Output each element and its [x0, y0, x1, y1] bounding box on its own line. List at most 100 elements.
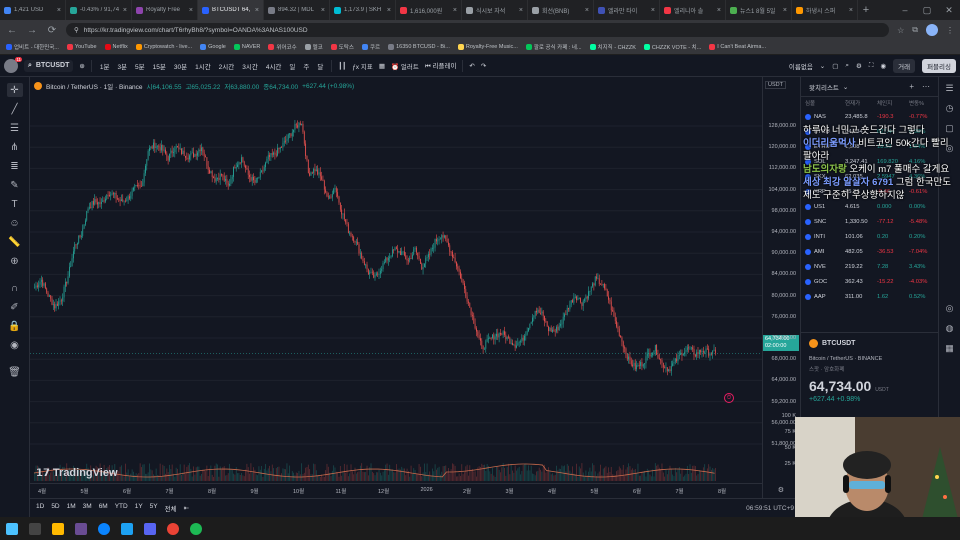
bookmark-item[interactable]: YouTube — [66, 44, 97, 50]
watchlist-column-header[interactable]: 현재가 — [845, 99, 877, 107]
bookmark-item[interactable]: Cryptowatch - live... — [135, 44, 192, 50]
trendline-icon[interactable]: ╱ — [7, 102, 23, 116]
bookmark-item[interactable]: Netflix — [104, 44, 128, 50]
close-icon[interactable]: × — [255, 7, 259, 14]
range-7[interactable]: 5Y — [150, 503, 158, 513]
indicators-button[interactable]: ƒx 지표 — [352, 61, 373, 71]
timeframe-4[interactable]: 30분 — [172, 61, 189, 71]
bookmark-item[interactable]: 쿠르 — [361, 43, 380, 51]
eye-icon[interactable]: ◉ — [7, 338, 23, 352]
close-icon[interactable]: × — [849, 7, 853, 14]
close-icon[interactable]: × — [123, 7, 127, 14]
axis-settings-icon[interactable]: ⚙ — [778, 486, 784, 494]
twitter-icon[interactable] — [121, 522, 133, 535]
browser-tab[interactable]: 894.32 | MDL × — [264, 0, 330, 20]
bookmark-item[interactable]: 멜코 — [304, 43, 323, 51]
horizontal-lines-icon[interactable]: ☰ — [7, 121, 23, 135]
extensions-icon[interactable]: ⧉ — [912, 25, 918, 35]
bookmark-item[interactable]: 업비트 - 대한민국... — [6, 43, 59, 51]
close-icon[interactable]: × — [585, 7, 589, 14]
compare-icon[interactable]: ⊕ — [79, 62, 84, 70]
bookmark-item[interactable]: I Can't Beat Airma... — [709, 44, 766, 50]
browser-tab[interactable]: 뉴스1 8월 5일 × — [726, 0, 792, 20]
fullscreen-icon[interactable]: ⛶ — [869, 62, 874, 70]
time-axis[interactable]: ⚙ 4월 5월 6월 7월 8월 9월 10월 11월 12월 2026 2월 3월 4월 5월 6월 7월 8… — [30, 483, 784, 498]
browser-tab[interactable]: 1,616,000원 × — [396, 0, 462, 20]
pitchfork-icon[interactable]: ⋔ — [7, 140, 23, 154]
close-icon[interactable]: × — [453, 7, 457, 14]
close-icon[interactable]: × — [519, 7, 523, 14]
browser-tab[interactable]: 회선(BNB) × — [528, 0, 594, 20]
settings-icon[interactable]: ⚙ — [856, 62, 862, 70]
range-6[interactable]: 1Y — [135, 503, 143, 513]
spotify-icon[interactable] — [190, 522, 202, 535]
reload-icon[interactable]: ⟳ — [46, 25, 58, 36]
lock-drawing-icon[interactable]: ✐ — [7, 300, 23, 314]
browser-tab[interactable]: -0.43% / 91,74 × — [66, 0, 132, 20]
browser-tab[interactable]: 1,173.9 | SKH × — [330, 0, 396, 20]
more-icon[interactable]: ⋯ — [922, 82, 930, 91]
trash-icon[interactable]: 🗑 — [7, 365, 23, 379]
watchlist-row[interactable]: SNC 1,330.50 -77.12 -5.48% — [801, 214, 938, 229]
layout-name-button[interactable]: 이름없음 — [789, 61, 813, 71]
timeframe-0[interactable]: 1분 — [98, 61, 112, 71]
fib-icon[interactable]: ≣ — [7, 159, 23, 173]
timeframe-5[interactable]: 1시간 — [193, 61, 213, 71]
minimize-icon[interactable]: – — [894, 5, 916, 16]
zoom-icon[interactable]: ⊕ — [7, 254, 23, 268]
alert-button[interactable]: ⏰ 얼러트 — [391, 61, 419, 71]
timeframe-3[interactable]: 15분 — [151, 61, 168, 71]
magnet-icon[interactable]: ∩ — [7, 281, 23, 295]
close-icon[interactable]: × — [717, 7, 721, 14]
profile-avatar[interactable] — [926, 24, 938, 36]
date-range-icon[interactable]: ⇤ — [184, 504, 189, 512]
range-8[interactable]: 전체 — [165, 503, 177, 513]
range-3[interactable]: 3M — [83, 503, 92, 513]
timeframe-1[interactable]: 3분 — [115, 61, 129, 71]
browser-menu-icon[interactable]: ⋮ — [946, 26, 954, 35]
grid-layout-icon[interactable]: ▢ — [832, 62, 838, 70]
replay-button[interactable]: ⏮ 리플레이 — [425, 60, 457, 71]
timeframe-8[interactable]: 4시간 — [264, 61, 284, 71]
timeframe-2[interactable]: 5분 — [133, 61, 147, 71]
bookmark-item[interactable]: Google — [200, 44, 226, 50]
close-icon[interactable]: × — [189, 7, 193, 14]
browser-tab[interactable]: 엘라만 타이 × — [594, 0, 660, 20]
lock-icon[interactable]: 🔒 — [7, 319, 23, 333]
price-chart[interactable]: Bitcoin / TetherUS · 1일 · Binance 시64,10… — [30, 77, 762, 498]
candle-type-icon[interactable]: ┃┃ — [338, 62, 346, 70]
discord-icon[interactable] — [144, 522, 156, 535]
range-5[interactable]: YTD — [115, 503, 128, 513]
watchlist-row[interactable]: NVE 219.22 7.28 3.43% — [801, 259, 938, 274]
add-symbol-icon[interactable]: + — [909, 82, 914, 91]
undo-icon[interactable]: ↶ — [469, 62, 474, 70]
range-1[interactable]: 5D — [51, 503, 59, 513]
bookmark-item[interactable]: CHZZK VOTE - 치... — [643, 43, 701, 51]
timeframe-7[interactable]: 3시간 — [240, 61, 260, 71]
browser-tab[interactable]: 식시보 자석 × — [462, 0, 528, 20]
emoji-icon[interactable]: ☺ — [7, 216, 23, 230]
browser-tab[interactable]: 1,421 USD × — [0, 0, 66, 20]
range-4[interactable]: 6M — [99, 503, 108, 513]
range-2[interactable]: 1M — [67, 503, 76, 513]
watchlist-column-header[interactable]: 변동% — [909, 99, 937, 107]
browser-tab[interactable]: BTCUSDT 64, × — [198, 0, 264, 20]
details-symbol[interactable]: BTCUSDT — [809, 339, 931, 348]
bookmark-item[interactable]: 도탁스 — [330, 43, 354, 51]
close-icon[interactable]: × — [387, 7, 391, 14]
alert-marker-icon[interactable]: ⏱ — [724, 393, 734, 403]
tradingview-watermark[interactable]: 𝟭𝟳 TradingView — [36, 467, 118, 479]
watchlist-row[interactable]: NAS 23,485.8 -190.3 -0.77% — [801, 109, 938, 124]
watchlist-row[interactable]: INTI 101.06 0.20 0.20% — [801, 229, 938, 244]
windows-start-icon[interactable] — [6, 522, 18, 535]
back-icon[interactable]: ← — [6, 25, 18, 36]
file-explorer-icon[interactable] — [52, 522, 64, 535]
maximize-icon[interactable]: ▢ — [916, 5, 938, 16]
bookmark-item[interactable]: Royalty-Free Music... — [457, 44, 518, 50]
url-field[interactable]: ⚲ https://kr.tradingview.com/chart/T6rhy… — [66, 23, 890, 37]
calendar-icon[interactable]: ▦ — [944, 343, 956, 355]
watchlist-row[interactable]: AMI 482.05 -36.53 -7.04% — [801, 244, 938, 259]
forward-icon[interactable]: → — [26, 25, 38, 36]
edge-icon[interactable] — [98, 522, 110, 535]
app-icon[interactable] — [75, 522, 87, 535]
